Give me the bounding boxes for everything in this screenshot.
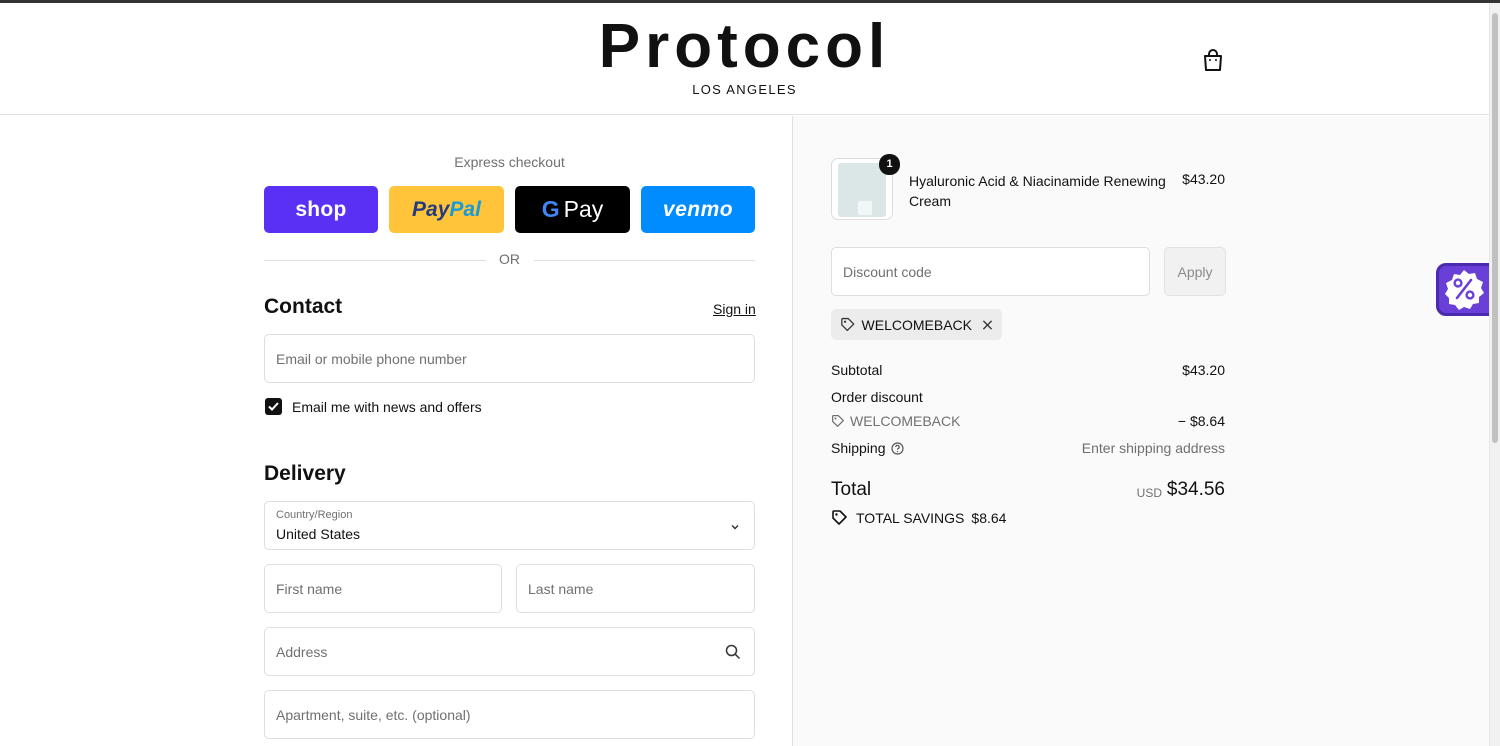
venmo-button[interactable]: venmo bbox=[641, 186, 755, 233]
order-summary-panel: 1 Hyaluronic Acid & Niacinamide Renewing… bbox=[792, 116, 1489, 746]
divider-line-right bbox=[534, 260, 755, 261]
total-value: $34.56 bbox=[1166, 479, 1225, 500]
express-checkout-label: Express checkout bbox=[454, 154, 565, 170]
first-name-input[interactable] bbox=[265, 565, 501, 612]
newsletter-checkbox[interactable] bbox=[265, 398, 282, 415]
vertical-scrollbar[interactable] bbox=[1489, 3, 1500, 746]
quantity-badge: 1 bbox=[879, 154, 900, 175]
site-header: Protocol LOS ANGELES bbox=[0, 3, 1489, 115]
percent-badge-icon bbox=[1445, 270, 1484, 310]
newsletter-label: Email me with news and offers bbox=[292, 399, 482, 415]
savings-label: TOTAL SAVINGS bbox=[856, 509, 965, 526]
discount-promo-widget[interactable] bbox=[1436, 263, 1492, 316]
brand-logo[interactable]: Protocol bbox=[0, 13, 1489, 81]
applied-discount-chip: WELCOMEBACK bbox=[831, 309, 1002, 340]
first-name-field[interactable] bbox=[264, 564, 502, 613]
shopping-bag-icon[interactable] bbox=[1202, 48, 1224, 72]
google-pay-label: Pay bbox=[563, 196, 604, 222]
order-discount-code-row: WELCOMEBACK bbox=[831, 413, 960, 429]
apply-discount-button[interactable]: Apply bbox=[1164, 247, 1226, 296]
email-field[interactable] bbox=[264, 334, 755, 383]
tag-icon bbox=[832, 415, 844, 427]
shop-pay-button[interactable]: shop bbox=[264, 186, 378, 233]
chevron-down-icon bbox=[731, 524, 739, 530]
address-field[interactable] bbox=[264, 627, 755, 676]
apartment-input[interactable] bbox=[265, 691, 754, 738]
tag-icon bbox=[832, 510, 847, 525]
last-name-input[interactable] bbox=[517, 565, 754, 612]
country-select[interactable]: Country/Region United States bbox=[264, 501, 755, 550]
shipping-row: Shipping bbox=[831, 440, 904, 456]
contact-heading: Contact bbox=[264, 295, 343, 318]
country-value: United States bbox=[276, 526, 361, 542]
shipping-value: Enter shipping address bbox=[1081, 440, 1225, 456]
savings-value: $8.64 bbox=[971, 509, 1007, 526]
or-divider: OR bbox=[264, 251, 755, 269]
total-currency: USD bbox=[1136, 486, 1162, 500]
paypal-label-part2: Pal bbox=[449, 197, 481, 221]
order-discount-value: − $8.64 bbox=[1177, 413, 1225, 429]
checkmark-icon bbox=[268, 402, 279, 411]
country-label: Country/Region bbox=[276, 509, 353, 521]
last-name-field[interactable] bbox=[516, 564, 755, 613]
subtotal-value: $43.20 bbox=[1182, 362, 1225, 378]
checkout-form-panel: Express checkout shop Pay Pal G Pay venmo… bbox=[0, 116, 792, 746]
google-g-icon: G bbox=[541, 196, 560, 222]
discount-code-field[interactable] bbox=[831, 247, 1150, 296]
order-discount-code: WELCOMEBACK bbox=[850, 413, 961, 429]
total-label: Total bbox=[831, 479, 872, 500]
product-jar bbox=[858, 201, 872, 215]
email-input[interactable] bbox=[265, 335, 754, 382]
product-image bbox=[838, 163, 886, 217]
search-icon[interactable] bbox=[725, 644, 741, 660]
paypal-button[interactable]: Pay Pal bbox=[389, 186, 504, 233]
tag-icon bbox=[841, 317, 855, 332]
apartment-field[interactable] bbox=[264, 690, 755, 739]
brand-location: LOS ANGELES bbox=[692, 82, 797, 97]
scrollbar-thumb[interactable] bbox=[1492, 13, 1498, 443]
total-savings-row: TOTAL SAVINGS $8.64 bbox=[831, 509, 1006, 526]
address-input[interactable] bbox=[265, 628, 754, 675]
shipping-label: Shipping bbox=[831, 440, 886, 456]
remove-discount-icon[interactable] bbox=[982, 319, 993, 331]
sign-in-link[interactable]: Sign in bbox=[713, 301, 756, 317]
discount-code-input[interactable] bbox=[832, 248, 1149, 295]
product-price: $43.20 bbox=[1182, 171, 1225, 187]
delivery-heading: Delivery bbox=[264, 462, 346, 485]
applied-discount-code: WELCOMEBACK bbox=[861, 316, 973, 333]
venmo-label: venmo bbox=[662, 197, 734, 221]
order-discount-label: Order discount bbox=[831, 389, 923, 405]
google-pay-button[interactable]: G Pay bbox=[515, 186, 630, 233]
subtotal-label: Subtotal bbox=[831, 362, 883, 378]
help-icon[interactable] bbox=[890, 441, 904, 455]
paypal-label-part1: Pay bbox=[412, 197, 450, 221]
shop-pay-label: shop bbox=[295, 197, 347, 221]
or-label: OR bbox=[499, 251, 520, 267]
product-name: Hyaluronic Acid & Niacinamide Renewing C… bbox=[909, 173, 1166, 209]
